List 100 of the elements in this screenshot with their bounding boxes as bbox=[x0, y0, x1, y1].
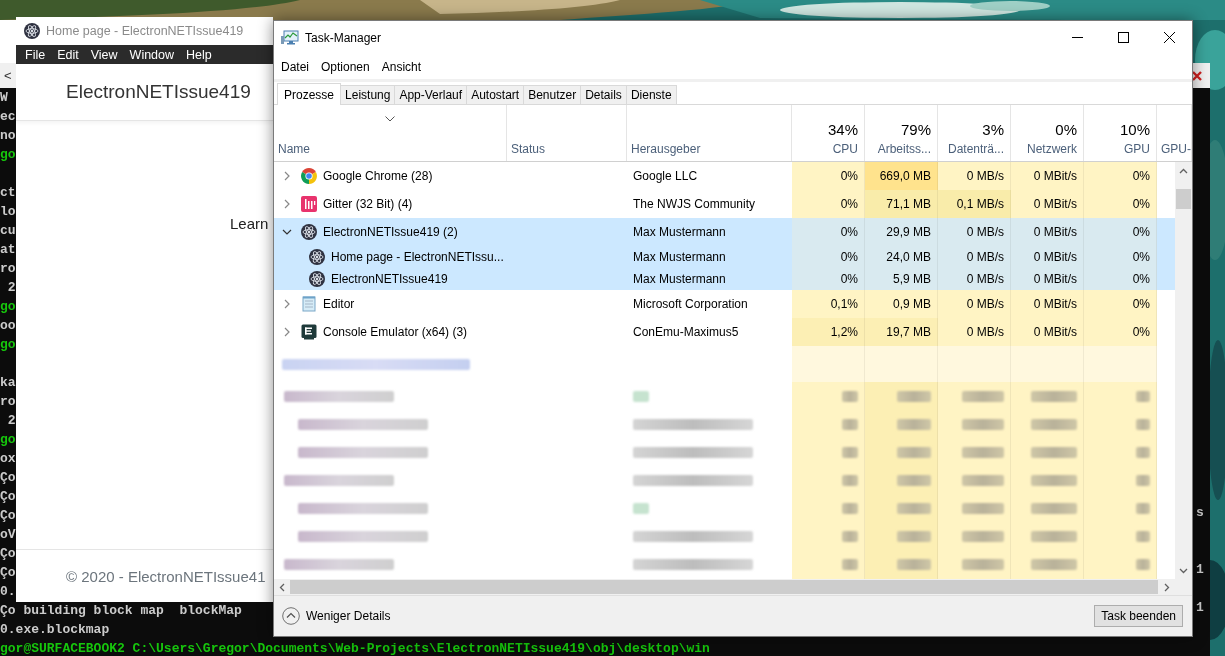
table-cell: 0% bbox=[1084, 218, 1157, 246]
process-row[interactable]: ElectronNETIssue419 Max Mustermann 0% 5,9 MB 0 MB/s 0 MBit/s 0% bbox=[274, 268, 1175, 290]
table-cell: 0 MBit/s bbox=[1011, 218, 1084, 246]
tab[interactable]: Dienste bbox=[625, 85, 677, 104]
menu-item[interactable]: Window bbox=[124, 47, 180, 62]
scroll-left-icon[interactable] bbox=[278, 582, 287, 592]
column-header[interactable]: 10% GPU bbox=[1084, 105, 1157, 161]
column-header[interactable]: Status bbox=[507, 105, 627, 161]
tab-scroll-arrow[interactable]: < bbox=[4, 68, 12, 83]
atom-icon bbox=[309, 249, 325, 265]
blurred-text bbox=[1031, 418, 1077, 430]
process-row[interactable]: ElectronNETIssue419 (2) Max Mustermann 0% 29,9 MB 0 MB/s 0 MBit/s 0% bbox=[274, 218, 1175, 246]
chevron-right-icon[interactable] bbox=[282, 199, 292, 209]
tab[interactable]: Details bbox=[580, 85, 627, 104]
blurred-text bbox=[1136, 446, 1150, 458]
tab[interactable]: Prozesse bbox=[277, 83, 342, 105]
column-header[interactable]: 79% Arbeitss... bbox=[865, 105, 938, 161]
tab[interactable]: Benutzer bbox=[523, 85, 582, 104]
column-header[interactable]: GPU- bbox=[1157, 105, 1192, 161]
blurred-text bbox=[842, 530, 858, 542]
scrollbar-thumb[interactable] bbox=[290, 580, 1158, 594]
terminal-line: go bbox=[0, 337, 16, 352]
table-cell: 24,0 MB bbox=[865, 246, 938, 268]
column-header[interactable]: 3% Datenträ... bbox=[938, 105, 1011, 161]
blurred-text bbox=[1136, 418, 1150, 430]
blurred-text bbox=[897, 390, 931, 402]
menu-item[interactable]: File bbox=[20, 47, 51, 62]
column-header[interactable]: Herausgeber bbox=[627, 105, 792, 161]
chevron-down-icon[interactable] bbox=[282, 227, 292, 237]
scrollbar-thumb[interactable] bbox=[1176, 189, 1191, 209]
menu-item[interactable]: Help bbox=[181, 47, 217, 62]
chevron-right-icon[interactable] bbox=[282, 299, 292, 309]
tab[interactable]: Autostart bbox=[466, 85, 525, 104]
table-cell: Microsoft Corporation bbox=[633, 297, 748, 311]
chevron-right-icon[interactable] bbox=[282, 171, 292, 181]
blurred-text bbox=[1031, 474, 1077, 486]
close-icon[interactable] bbox=[1192, 70, 1202, 81]
process-row[interactable]: Google Chrome (28) Google LLC 0% 669,0 MB 0 MB/s 0 MBit/s 0% bbox=[274, 162, 1175, 190]
table-cell: Google LLC bbox=[633, 169, 698, 183]
terminal-line: ka bbox=[0, 375, 16, 390]
atom-icon bbox=[309, 271, 325, 287]
column-header[interactable]: 0% Netzwerk bbox=[1011, 105, 1084, 161]
terminal-line: ro bbox=[0, 394, 16, 409]
scrollbar[interactable] bbox=[274, 579, 1192, 595]
chevron-right-icon[interactable] bbox=[282, 327, 292, 337]
column-label: Status bbox=[511, 142, 546, 156]
blurred-text bbox=[962, 446, 1004, 458]
menu-item[interactable]: View bbox=[85, 47, 123, 62]
column-label: Netzwerk bbox=[1027, 142, 1077, 156]
table-cell: 0 MBit/s bbox=[1011, 318, 1084, 346]
process-row[interactable]: Editor Microsoft Corporation 0,1% 0,9 MB 0 MB/s 0 MBit/s 0% bbox=[274, 290, 1175, 318]
table-cell: 5,9 MB bbox=[865, 268, 938, 290]
brand-link[interactable]: ElectronNETIssue419 bbox=[66, 81, 251, 103]
maximize-icon bbox=[1117, 32, 1129, 43]
process-row[interactable]: Home page - ElectronNETIssu... Max Mustermann 0% 24,0 MB 0 MB/s 0 MBit/s 0% bbox=[274, 246, 1175, 268]
process-row[interactable]: Gitter (32 Bit) (4) The NWJS Community 0% 71,1 MB 0,1 MB/s 0 MBit/s 0% bbox=[274, 190, 1175, 218]
table-cell: 0 MB/s bbox=[938, 290, 1011, 318]
blurred-text bbox=[1031, 502, 1077, 514]
terminal-line: no bbox=[0, 128, 16, 143]
column-label: Datenträ... bbox=[947, 142, 1004, 156]
column-total: 34% bbox=[827, 121, 858, 138]
end-task-button[interactable]: Task beenden bbox=[1094, 605, 1183, 627]
terminal-line: Ço bbox=[0, 565, 16, 580]
tab[interactable]: App-Verlauf bbox=[394, 85, 468, 104]
blurred-text bbox=[897, 502, 931, 514]
blurred-text bbox=[1031, 390, 1077, 402]
scroll-right-icon[interactable] bbox=[1162, 582, 1171, 592]
terminal-line: cu bbox=[0, 223, 16, 238]
blurred-text bbox=[842, 390, 858, 402]
menu-item[interactable]: Ansicht bbox=[375, 59, 428, 74]
column-header[interactable]: 34% CPU bbox=[792, 105, 865, 161]
blurred-text bbox=[633, 502, 649, 514]
table-cell: The NWJS Community bbox=[633, 197, 756, 211]
table-cell: 0 MBit/s bbox=[1011, 190, 1084, 218]
column-header[interactable]: Name bbox=[274, 105, 507, 161]
table-cell: 0,1 MB/s bbox=[938, 190, 1011, 218]
tab[interactable]: Leistung bbox=[340, 85, 396, 104]
terminal-line: lo bbox=[0, 204, 16, 219]
process-row[interactable]: Console Emulator (x64) (3) ConEmu-Maximus5 1,2% 19,7 MB 0 MB/s 0 MBit/s 0% bbox=[274, 318, 1175, 346]
menu-item[interactable]: Optionen bbox=[315, 59, 376, 74]
footer-text: © 2020 - ElectronNETIssue41 bbox=[66, 567, 266, 585]
menu-item[interactable]: Datei bbox=[275, 59, 315, 74]
terminal-line: Ço bbox=[0, 508, 16, 523]
blurred-text bbox=[1136, 530, 1150, 542]
fewer-details-toggle[interactable]: Weniger Details bbox=[282, 607, 391, 625]
blurred-text bbox=[1136, 502, 1150, 514]
scrollbar[interactable] bbox=[1175, 162, 1192, 579]
terminal-line: W bbox=[0, 90, 8, 105]
terminal-line: gor@SURFACEBOOK2 C:\Users\Gregor\Documents\Web-Projects\ElectronNETIssue419\obj\desktop\win bbox=[0, 641, 710, 656]
column-total: 79% bbox=[900, 121, 931, 138]
scroll-up-icon[interactable] bbox=[1179, 167, 1188, 176]
terminal-line: Ço building block map blockMap bbox=[0, 603, 242, 618]
scroll-down-icon[interactable] bbox=[1179, 566, 1188, 575]
blurred-text bbox=[1031, 446, 1077, 458]
table-cell: 0% bbox=[1084, 190, 1157, 218]
menu-item[interactable]: Edit bbox=[52, 47, 84, 62]
blurred-text bbox=[897, 418, 931, 430]
table-cell: Max Mustermann bbox=[633, 225, 726, 239]
process-name: Editor bbox=[323, 297, 355, 311]
terminal-line: ct bbox=[0, 185, 16, 200]
